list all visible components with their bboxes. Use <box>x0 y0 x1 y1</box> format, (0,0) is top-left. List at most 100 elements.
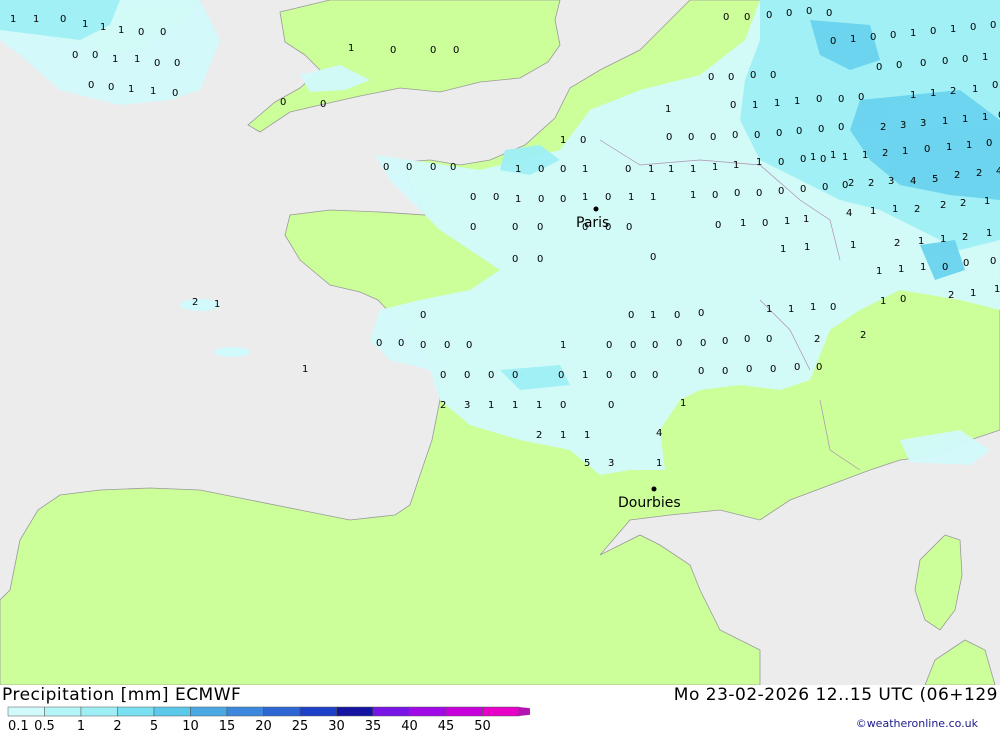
precip-value-label: 0 <box>154 58 160 69</box>
precip-value-label: 3 <box>900 120 906 131</box>
precip-value-label: 1 <box>994 284 1000 295</box>
color-legend: 0.1 0.5 1 2 5 10 15 20 25 30 35 40 45 50 <box>7 706 530 733</box>
precip-value-label: 0 <box>794 362 800 373</box>
precip-value-label: 2 <box>914 204 920 215</box>
legend-swatch <box>226 706 264 717</box>
precip-value-label: 2 <box>880 122 886 133</box>
precip-value-label: 0 <box>920 58 926 69</box>
precip-value-label: 0 <box>172 88 178 99</box>
precip-value-label: 2 <box>962 232 968 243</box>
legend-swatch <box>372 706 410 717</box>
precip-value-label: 0 <box>806 6 812 17</box>
precip-value-label: 0 <box>108 82 114 93</box>
precip-value-label: 1 <box>774 98 780 109</box>
precip-value-label: 0 <box>990 256 996 267</box>
legend-tick-label: 5 <box>150 719 158 733</box>
precip-value-label: 1 <box>972 84 978 95</box>
precip-value-label: 0 <box>930 26 936 37</box>
precip-value-label: 1 <box>82 19 88 30</box>
precip-value-label: 2 <box>960 198 966 209</box>
precip-value-label: 0 <box>420 310 426 321</box>
precip-value-label: 0 <box>470 222 476 233</box>
precip-value-label: 0 <box>744 334 750 345</box>
precip-value-label: 1 <box>10 14 16 25</box>
precip-value-label: 0 <box>942 262 948 273</box>
precip-value-label: 1 <box>214 299 220 310</box>
precip-value-label: 2 <box>954 170 960 181</box>
precip-value-label: 0 <box>580 135 586 146</box>
precip-value-label: 1 <box>348 43 354 54</box>
precip-value-label: 1 <box>984 196 990 207</box>
precip-value-label: 1 <box>986 228 992 239</box>
precip-value-label: 0 <box>770 364 776 375</box>
precip-value-label: 1 <box>810 152 816 163</box>
precip-value-label: 0 <box>942 56 948 67</box>
precip-value-label: 1 <box>690 164 696 175</box>
precip-value-label: 0 <box>826 8 832 19</box>
precip-value-label: 0 <box>820 154 826 165</box>
precip-value-label: 1 <box>512 400 518 411</box>
precip-value-label: 0 <box>606 340 612 351</box>
precip-value-label: 0 <box>822 182 828 193</box>
precip-value-label: 0 <box>750 70 756 81</box>
precip-value-label: 1 <box>892 204 898 215</box>
precip-value-label: 0 <box>676 338 682 349</box>
precip-value-label: 0 <box>537 222 543 233</box>
precip-value-label: 1 <box>876 266 882 277</box>
precip-value-label: 1 <box>584 430 590 441</box>
precip-value-label: 0 <box>838 94 844 105</box>
legend-arrow <box>519 707 530 716</box>
precip-value-label: 3 <box>608 458 614 469</box>
precip-value-label: 0 <box>174 58 180 69</box>
legend-swatch <box>190 706 228 717</box>
precip-value-label: 1 <box>794 96 800 107</box>
precip-value-label: 1 <box>982 112 988 123</box>
legend-swatch <box>44 706 82 717</box>
legend-swatch <box>263 706 301 717</box>
precip-value-label: 2 <box>848 178 854 189</box>
precip-value-label: 0 <box>900 294 906 305</box>
precip-value-label: 0 <box>778 157 784 168</box>
precip-value-label: 3 <box>888 176 894 187</box>
precip-value-label: 0 <box>406 162 412 173</box>
precip-value-label: 0 <box>420 340 426 351</box>
precip-value-label: 1 <box>946 142 952 153</box>
legend-tick-label: 0.1 <box>8 719 29 733</box>
precip-value-label: 0 <box>754 130 760 141</box>
precip-value-label: 0 <box>398 338 404 349</box>
precip-value-label: 0 <box>280 97 286 108</box>
precip-value-label: 0 <box>625 164 631 175</box>
precip-value-label: 1 <box>100 22 106 33</box>
precip-value-label: 0 <box>858 92 864 103</box>
precip-value-label: 1 <box>112 54 118 65</box>
precip-value-label: 0 <box>630 370 636 381</box>
precip-value-label: 1 <box>733 160 739 171</box>
precip-value-label: 0 <box>732 130 738 141</box>
precip-value-label: 0 <box>924 144 930 155</box>
city-label-dourbies: Dourbies <box>618 495 681 511</box>
precip-value-label: 0 <box>715 220 721 231</box>
legend-tick-label: 2 <box>113 719 121 733</box>
precip-value-label: 1 <box>488 400 494 411</box>
precip-value-label: 0 <box>746 364 752 375</box>
precip-value-label: 1 <box>970 288 976 299</box>
precip-value-label: 0 <box>708 72 714 83</box>
precip-value-label: 1 <box>515 194 521 205</box>
precip-value-label: 0 <box>558 370 564 381</box>
legend-tick-label: 50 <box>474 719 491 733</box>
legend-swatch <box>482 706 520 717</box>
precip-value-label: 2 <box>976 168 982 179</box>
precip-value-label: 1 <box>902 146 908 157</box>
precip-value-label: 1 <box>648 164 654 175</box>
precip-value-label: 0 <box>652 340 658 351</box>
precip-value-label: 0 <box>560 164 566 175</box>
legend-tick-label: 30 <box>328 719 345 733</box>
precip-value-label: 1 <box>962 114 968 125</box>
precip-value-label: 0 <box>608 400 614 411</box>
precip-value-label: 0 <box>710 132 716 143</box>
legend-ticks: 0.1 0.5 1 2 5 10 15 20 25 30 35 40 45 50 <box>8 719 491 733</box>
precip-value-label: 1 <box>842 152 848 163</box>
precip-value-label: 0 <box>986 138 992 149</box>
precip-value-label: 1 <box>582 164 588 175</box>
precip-value-label: 1 <box>918 236 924 247</box>
